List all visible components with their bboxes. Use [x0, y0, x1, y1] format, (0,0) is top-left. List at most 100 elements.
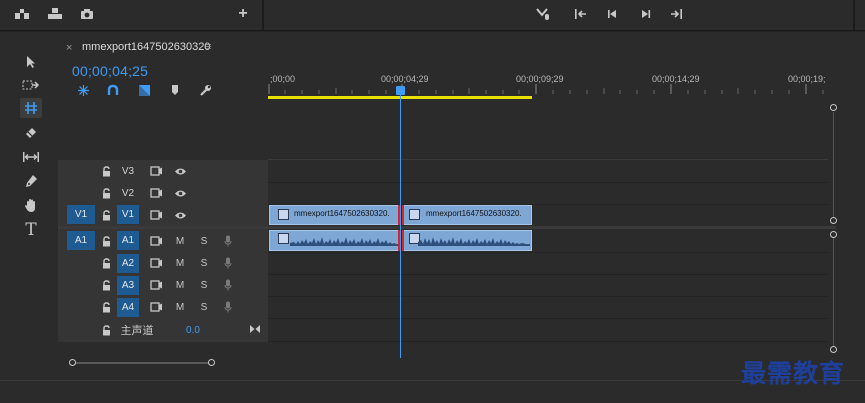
microphone-icon[interactable] — [221, 234, 235, 248]
go-to-out-icon[interactable] — [668, 7, 684, 21]
solo-button[interactable]: S — [197, 299, 211, 315]
master-volume-value[interactable]: 0.0 — [184, 322, 202, 338]
type-tool-icon[interactable]: T — [20, 220, 42, 240]
ruler-label: 00;00;19; — [788, 74, 826, 84]
audio-zoom-scroll-handle[interactable] — [830, 346, 837, 353]
track-label-v2[interactable]: V2 — [118, 185, 138, 201]
source-patch-v1[interactable]: V1 — [67, 205, 95, 224]
mute-button[interactable]: M — [173, 277, 187, 293]
track-label-a3[interactable]: A3 — [117, 276, 139, 295]
mute-button[interactable]: M — [173, 255, 187, 271]
edit-point-marker — [402, 230, 404, 251]
close-tab-icon[interactable]: × — [66, 42, 72, 54]
overwrite-icon[interactable] — [47, 7, 63, 21]
edit-point-marker — [402, 205, 404, 225]
ruler-ticks — [268, 84, 824, 94]
lock-icon[interactable] — [100, 278, 112, 292]
microphone-icon[interactable] — [221, 278, 235, 292]
track-row-a2[interactable] — [268, 252, 828, 275]
playhead-handle[interactable] — [396, 86, 405, 95]
razor-tool-icon[interactable] — [20, 122, 42, 142]
panel-menu-icon[interactable]: ≡ — [205, 41, 211, 53]
nest-sequence-icon[interactable] — [75, 83, 91, 97]
lock-icon[interactable] — [100, 234, 112, 248]
step-back-icon[interactable] — [605, 7, 621, 21]
horizontal-zoom-scrollbar[interactable] — [73, 362, 213, 364]
sync-lock-icon[interactable] — [148, 208, 164, 222]
ruler-label: 00;00;04;29 — [381, 74, 429, 84]
selection-tool-icon[interactable] — [20, 52, 42, 72]
microphone-icon[interactable] — [221, 256, 235, 270]
eye-icon[interactable] — [172, 208, 188, 222]
track-label-a4[interactable]: A4 — [117, 298, 139, 317]
audio-waveform — [418, 237, 530, 246]
mute-button[interactable]: M — [173, 299, 187, 315]
tools-panel: T — [0, 32, 58, 380]
lock-icon[interactable] — [100, 186, 112, 200]
track-select-tool-icon[interactable] — [20, 75, 42, 95]
fx-badge-icon — [278, 209, 289, 220]
master-track-label: 主声道 — [120, 325, 154, 337]
lift-icon[interactable] — [535, 7, 551, 21]
top-toolbar: + — [0, 0, 865, 31]
wrench-settings-icon[interactable] — [197, 83, 213, 97]
pen-tool-icon[interactable] — [20, 171, 42, 191]
camera-icon[interactable] — [79, 7, 95, 21]
video-zoom-scroll-handle[interactable] — [830, 217, 837, 224]
lock-icon[interactable] — [100, 256, 112, 270]
sync-lock-icon[interactable] — [148, 256, 164, 270]
eye-icon[interactable] — [172, 186, 188, 200]
snap-magnet-icon[interactable] — [105, 83, 121, 97]
track-row-a3[interactable] — [268, 274, 828, 297]
step-forward-icon[interactable] — [637, 7, 653, 21]
track-label-v1[interactable]: V1 — [117, 205, 139, 224]
sync-lock-icon[interactable] — [148, 300, 164, 314]
eye-icon[interactable] — [172, 164, 188, 178]
video-clip-label: mmexport1647502630320. — [426, 209, 522, 218]
audio-waveform — [290, 237, 398, 246]
ruler-label: 00;00;14;29 — [652, 74, 700, 84]
status-bar — [0, 380, 865, 403]
track-label-a1[interactable]: A1 — [117, 231, 139, 250]
microphone-icon[interactable] — [221, 300, 235, 314]
sync-lock-icon[interactable] — [148, 278, 164, 292]
track-row-v3[interactable] — [268, 160, 828, 183]
track-label-a2[interactable]: A2 — [117, 254, 139, 273]
insert-icon[interactable] — [14, 7, 30, 21]
sync-lock-icon[interactable] — [148, 164, 164, 178]
go-to-end-icon[interactable] — [248, 322, 262, 336]
lock-icon[interactable] — [100, 300, 112, 314]
mute-button[interactable]: M — [173, 233, 187, 249]
sequence-tab-title[interactable]: mmexport1647502630320 — [82, 41, 210, 53]
track-label-v3[interactable]: V3 — [118, 163, 138, 179]
hand-tool-icon[interactable] — [20, 195, 42, 215]
ruler-label: ;00;00 — [270, 74, 296, 84]
add-marker-icon[interactable] — [167, 83, 183, 97]
fx-badge-icon — [409, 209, 420, 220]
track-row-a4[interactable] — [268, 296, 828, 319]
source-patch-a1[interactable]: A1 — [67, 231, 95, 250]
solo-button[interactable]: S — [197, 277, 211, 293]
sync-lock-icon[interactable] — [148, 186, 164, 200]
horizontal-zoom-handle-left[interactable] — [69, 359, 76, 366]
lock-icon[interactable] — [100, 208, 112, 222]
video-zoom-scroll-handle[interactable] — [830, 104, 837, 111]
playhead-timecode[interactable]: 00;00;04;25 — [72, 63, 148, 79]
video-clip-label: mmexport1647502630320. — [294, 209, 390, 218]
solo-button[interactable]: S — [197, 233, 211, 249]
add-button-icon[interactable]: + — [235, 6, 251, 22]
horizontal-zoom-handle-right[interactable] — [208, 359, 215, 366]
track-row-v2[interactable] — [268, 182, 828, 205]
lock-icon[interactable] — [100, 164, 112, 178]
solo-button[interactable]: S — [197, 255, 211, 271]
sync-lock-icon[interactable] — [148, 234, 164, 248]
watermark-text: 最需教育 — [741, 359, 846, 388]
linked-selection-icon[interactable] — [136, 83, 152, 97]
ripple-edit-tool-icon[interactable] — [20, 98, 42, 118]
audio-zoom-scroll-handle[interactable] — [830, 231, 837, 238]
track-row-master[interactable] — [268, 318, 828, 342]
playhead-line — [400, 95, 401, 358]
lock-icon[interactable] — [100, 323, 112, 337]
go-to-in-icon[interactable] — [573, 7, 589, 21]
slip-tool-icon[interactable] — [20, 147, 42, 167]
